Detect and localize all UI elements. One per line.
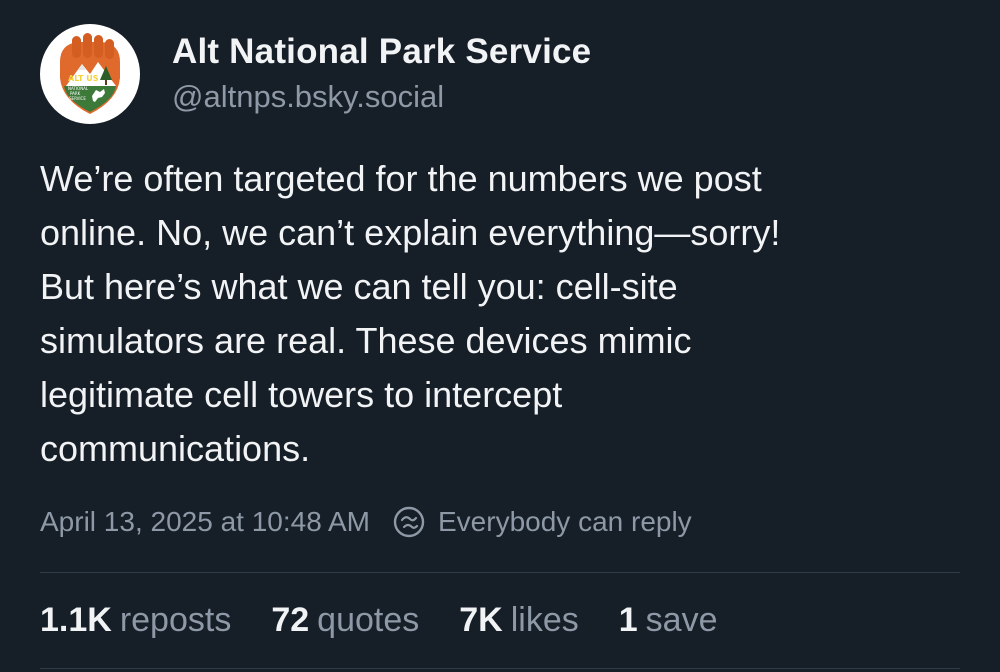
quotes-label: quotes — [317, 601, 420, 639]
author-display-name[interactable]: Alt National Park Service — [172, 30, 591, 74]
reposts-count: 1.1K — [40, 601, 112, 639]
reposts-label: reposts — [119, 601, 232, 639]
author-handle[interactable]: @altnps.bsky.social — [172, 76, 591, 118]
saves-count: 1 — [618, 601, 638, 639]
divider — [40, 668, 960, 669]
likes-stat[interactable]: 7K likes — [459, 596, 579, 644]
reposts-stat[interactable]: 1.1K reposts — [40, 596, 231, 644]
post-thread-view: ALT US NATIONAL PARK SERVICE Alt Nationa… — [0, 0, 1000, 672]
svg-text:SERVICE: SERVICE — [69, 96, 86, 101]
post-meta: April 13, 2025 at 10:48 AM Everybody can… — [40, 500, 692, 544]
svg-text:ALT US: ALT US — [68, 74, 99, 83]
quotes-stat[interactable]: 72 quotes — [271, 596, 419, 644]
likes-count: 7K — [459, 601, 503, 639]
likes-label: likes — [510, 601, 579, 639]
post-header: ALT US NATIONAL PARK SERVICE Alt Nationa… — [40, 24, 591, 124]
reply-settings-icon — [392, 505, 426, 539]
post-timestamp[interactable]: April 13, 2025 at 10:48 AM — [40, 506, 370, 538]
divider — [40, 572, 960, 573]
quotes-count: 72 — [271, 601, 310, 639]
avatar[interactable]: ALT US NATIONAL PARK SERVICE — [40, 24, 140, 124]
reply-setting-label: Everybody can reply — [438, 506, 692, 537]
engagement-stats: 1.1K reposts 72 quotes 7K likes 1 save — [40, 596, 758, 644]
saves-stat[interactable]: 1 save — [619, 596, 718, 644]
author-names: Alt National Park Service @altnps.bsky.s… — [172, 30, 591, 118]
alt-national-park-service-logo-icon: ALT US NATIONAL PARK SERVICE — [43, 27, 137, 121]
saves-label: save — [645, 601, 718, 639]
post-text: We’re often targeted for the numbers we … — [40, 158, 781, 469]
